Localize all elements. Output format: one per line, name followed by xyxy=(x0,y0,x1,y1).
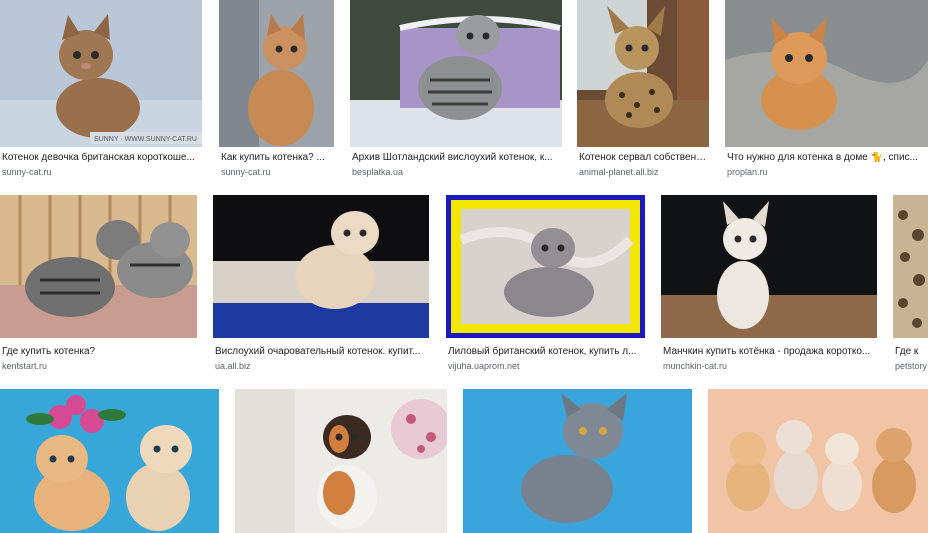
result-source[interactable]: kentstart.ru xyxy=(2,361,47,372)
result-thumbnail[interactable]: SUNNY · WWW.SUNNY-CAT.RU xyxy=(0,0,202,147)
result-thumbnail[interactable] xyxy=(219,0,334,147)
result-card[interactable]: Вислоухий очаровательный котенок. купит.… xyxy=(213,195,429,375)
result-title[interactable]: Котенок сервал собственн... xyxy=(579,152,707,164)
result-source[interactable]: sunny-cat.ru xyxy=(2,167,52,178)
result-thumbnail[interactable] xyxy=(235,389,447,533)
result-card[interactable]: Лиловый британский котенок, купить л... … xyxy=(446,195,645,375)
result-thumbnail[interactable] xyxy=(463,389,692,533)
result-card[interactable]: Манчкин купить котёнка - продажа коротко… xyxy=(661,195,877,375)
result-thumbnail[interactable] xyxy=(725,0,928,147)
result-source[interactable]: munchkin-cat.ru xyxy=(663,361,727,372)
result-card[interactable]: Где купить котенка? kentstart.ru xyxy=(0,195,197,375)
result-thumbnail[interactable] xyxy=(0,195,197,338)
result-card[interactable]: Архив Шотландский вислоухий котенок, к..… xyxy=(350,0,562,180)
result-source[interactable]: ua.all.biz xyxy=(215,361,251,372)
result-title[interactable]: Манчкин купить котёнка - продажа коротко… xyxy=(663,346,875,358)
result-title[interactable]: Где к xyxy=(895,346,928,358)
result-card[interactable]: Что нужно для котенка в доме 🐈, спис... … xyxy=(725,0,928,180)
result-card[interactable]: Как купить котенка? ... sunny-cat.ru xyxy=(219,0,334,180)
result-card[interactable] xyxy=(463,389,692,533)
result-thumbnail[interactable] xyxy=(0,389,219,533)
result-title[interactable]: Как купить котенка? ... xyxy=(221,152,332,164)
result-title[interactable]: Лиловый британский котенок, купить л... xyxy=(448,346,643,358)
result-thumbnail[interactable] xyxy=(213,195,429,338)
result-source[interactable]: besplatka.ua xyxy=(352,167,403,178)
result-thumbnail[interactable] xyxy=(708,389,928,533)
result-title[interactable]: Вислоухий очаровательный котенок. купит.… xyxy=(215,346,427,358)
result-card[interactable]: SUNNY · WWW.SUNNY-CAT.RU Котенок девочка… xyxy=(0,0,202,180)
result-source[interactable]: proplan.ru xyxy=(727,167,768,178)
result-card[interactable] xyxy=(0,389,219,533)
result-card[interactable] xyxy=(708,389,928,533)
result-thumbnail[interactable] xyxy=(577,0,709,147)
result-title[interactable]: Где купить котенка? xyxy=(2,346,195,358)
result-thumbnail[interactable] xyxy=(350,0,562,147)
result-thumbnail[interactable] xyxy=(661,195,877,338)
result-card[interactable]: Где к petstory xyxy=(893,195,928,375)
result-thumbnail[interactable] xyxy=(446,195,645,338)
result-source[interactable]: sunny-cat.ru xyxy=(221,167,271,178)
result-source[interactable]: petstory xyxy=(895,361,928,372)
result-thumbnail[interactable] xyxy=(893,195,928,338)
result-card[interactable] xyxy=(235,389,447,533)
result-title[interactable]: Архив Шотландский вислоухий котенок, к..… xyxy=(352,152,558,164)
result-title[interactable]: Что нужно для котенка в доме 🐈, спис... xyxy=(727,152,926,164)
watermark-text: SUNNY · WWW.SUNNY-CAT.RU xyxy=(94,136,197,143)
result-title[interactable]: Котенок девочка британская короткоше... xyxy=(2,152,200,164)
result-source[interactable]: animal-planet.all.biz xyxy=(579,167,659,178)
result-card[interactable]: Котенок сервал собственн... animal-plane… xyxy=(577,0,709,180)
result-source[interactable]: vijuha.uaprom.net xyxy=(448,361,520,372)
